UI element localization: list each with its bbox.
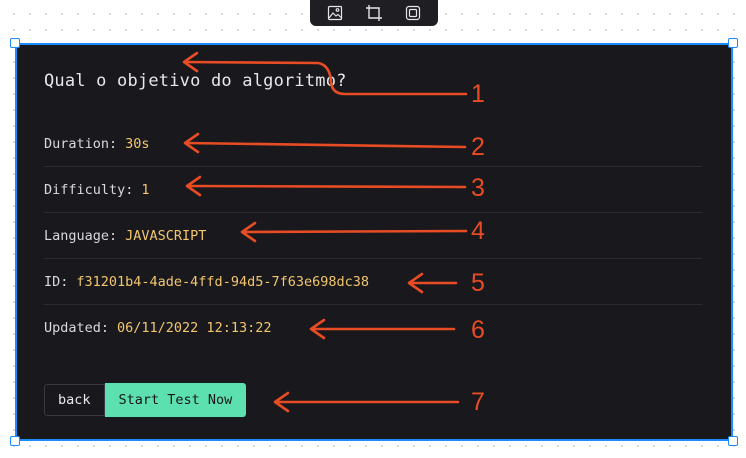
id-label: ID: bbox=[44, 273, 69, 290]
start-test-button[interactable]: Start Test Now bbox=[104, 383, 247, 417]
frame-icon[interactable] bbox=[403, 3, 423, 23]
language-value: JAVASCRIPT bbox=[125, 227, 207, 244]
updated-row: Updated: 06/11/2022 12:13:22 bbox=[44, 305, 702, 351]
test-card: Qual o objetivo do algoritmo? Duration: … bbox=[44, 45, 704, 439]
resize-handle-bottom-left[interactable] bbox=[10, 436, 20, 446]
resize-handle-top-left[interactable] bbox=[10, 38, 20, 48]
annotation-number-2: 2 bbox=[471, 133, 485, 161]
back-button[interactable]: back bbox=[44, 384, 105, 416]
id-value: f31201b4-4ade-4ffd-94d5-7f63e698dc38 bbox=[76, 273, 369, 290]
duration-row: Duration: 30s bbox=[44, 121, 702, 167]
selected-frame[interactable]: Qual o objetivo do algoritmo? Duration: … bbox=[15, 43, 733, 441]
annotation-number-7: 7 bbox=[471, 388, 485, 416]
button-group: back Start Test Now bbox=[44, 383, 247, 417]
annotation-number-3: 3 bbox=[471, 174, 485, 202]
difficulty-row: Difficulty: 1 bbox=[44, 167, 702, 213]
language-label: Language: bbox=[44, 227, 118, 244]
updated-label: Updated: bbox=[44, 320, 110, 336]
duration-value: 30s bbox=[125, 135, 150, 152]
resize-handle-bottom-right[interactable] bbox=[728, 436, 738, 446]
image-icon[interactable] bbox=[325, 3, 345, 23]
annotation-number-6: 6 bbox=[471, 316, 485, 344]
question-title: Qual o objetivo do algoritmo? bbox=[44, 71, 347, 91]
difficulty-value: 1 bbox=[141, 181, 150, 198]
resize-handle-top-right[interactable] bbox=[728, 38, 738, 48]
crop-icon[interactable] bbox=[364, 3, 384, 23]
difficulty-label: Difficulty: bbox=[44, 181, 134, 198]
language-row: Language: JAVASCRIPT bbox=[44, 213, 702, 259]
annotation-number-5: 5 bbox=[471, 269, 485, 297]
annotation-number-4: 4 bbox=[471, 217, 485, 245]
duration-label: Duration: bbox=[44, 135, 118, 152]
updated-value: 06/11/2022 12:13:22 bbox=[117, 320, 272, 336]
annotation-number-1: 1 bbox=[471, 80, 485, 108]
floating-toolbar bbox=[310, 0, 438, 26]
id-row: ID: f31201b4-4ade-4ffd-94d5-7f63e698dc38 bbox=[44, 259, 702, 305]
